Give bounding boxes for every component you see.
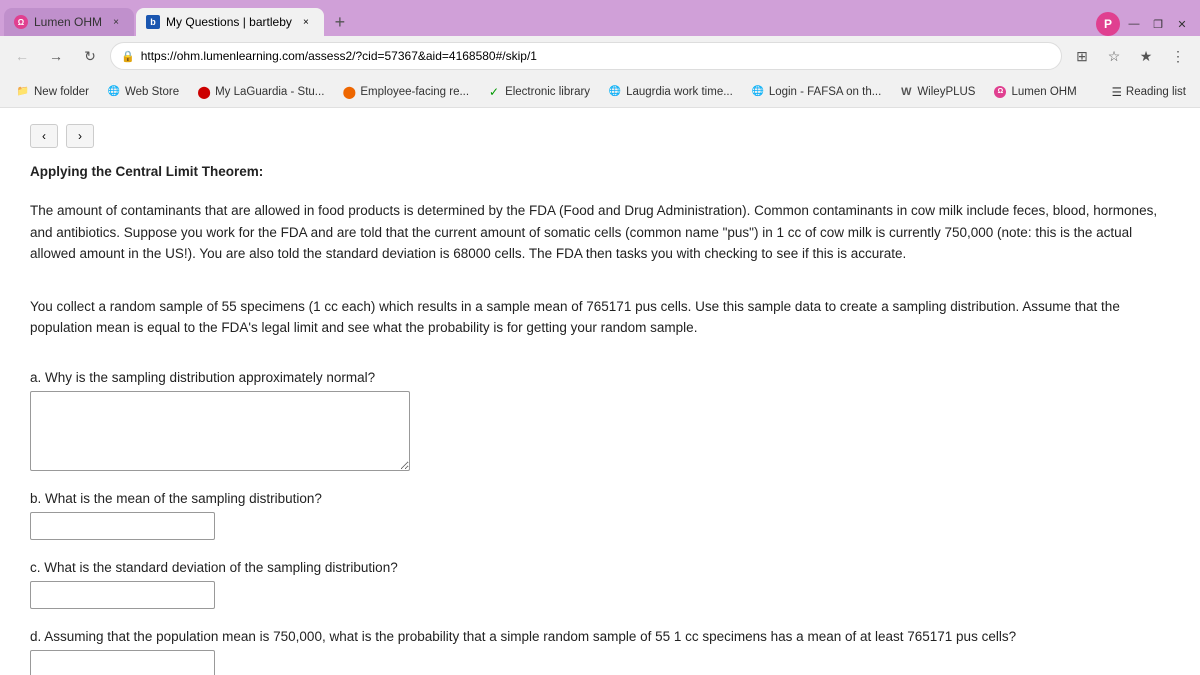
fafsa-icon: 🌐 [751, 85, 765, 99]
bookmark-lumen-bm-label: Lumen OHM [1011, 86, 1076, 98]
maximize-button[interactable]: ❐ [1148, 14, 1168, 34]
reading-list-icon: ☰ [1112, 85, 1122, 99]
refresh-button[interactable]: ↻ [76, 42, 104, 70]
window-controls: P — ❐ ✕ [1096, 12, 1200, 36]
bookmark-new-folder-label: New folder [34, 86, 89, 98]
intro-paragraph: The amount of contaminants that are allo… [30, 200, 1170, 265]
wiley-icon: W [899, 85, 913, 99]
laguardia-icon: ⬤ [197, 85, 211, 99]
part-d-input[interactable] [30, 650, 215, 675]
folder-icon: 📁 [16, 85, 30, 99]
bookmark-laugrdia-work[interactable]: 🌐 Laugrdia work time... [600, 81, 741, 103]
web-store-icon: 🌐 [107, 85, 121, 99]
extensions-button[interactable]: ⊞ [1068, 42, 1096, 70]
bookmark-electronic-library[interactable]: ✓ Electronic library [479, 81, 598, 103]
reading-list-label: Reading list [1126, 86, 1186, 98]
bookmark-fafsa-label: Login - FAFSA on th... [769, 86, 882, 98]
tab-bartleby-close[interactable]: × [298, 14, 314, 30]
address-actions: ⊞ ☆ ★ ⋮ [1068, 42, 1192, 70]
employee-icon: ⬤ [342, 85, 356, 99]
bookmark-lumen-ohm-bm[interactable]: Ω Lumen OHM [985, 81, 1084, 103]
profile-button[interactable]: ★ [1132, 42, 1160, 70]
profile-avatar[interactable]: P [1096, 12, 1120, 36]
part-a-label: a. Why is the sampling distribution appr… [30, 370, 1170, 385]
part-b-section: b. What is the mean of the sampling dist… [30, 491, 1170, 540]
bookmark-star-button[interactable]: ☆ [1100, 42, 1128, 70]
bookmarks-bar: 📁 New folder 🌐 Web Store ⬤ My LaGuardia … [0, 76, 1200, 108]
lumen-favicon: Ω [14, 15, 28, 29]
bookmark-web-store-label: Web Store [125, 86, 179, 98]
part-d-label: d. Assuming that the population mean is … [30, 629, 1170, 644]
address-bar-row: ← → ↻ 🔒 https://ohm.lumenlearning.com/as… [0, 36, 1200, 76]
bookmark-laguardia-label: My LaGuardia - Stu... [215, 86, 324, 98]
bookmark-work-label: Laugrdia work time... [626, 86, 733, 98]
para2: You collect a random sample of 55 specim… [30, 296, 1170, 339]
lock-icon: 🔒 [121, 50, 135, 63]
bookmark-wileyplus[interactable]: W WileyPLUS [891, 81, 983, 103]
bookmark-new-folder[interactable]: 📁 New folder [8, 81, 97, 103]
tab-lumen-label: Lumen OHM [34, 15, 102, 29]
bookmark-login-fafsa[interactable]: 🌐 Login - FAFSA on th... [743, 81, 890, 103]
part-a-textarea[interactable] [30, 391, 410, 471]
page-top-bar: ‹ › [30, 124, 1170, 148]
page-content: ‹ › Applying the Central Limit Theorem: … [0, 108, 1200, 675]
lumen-bm-icon: Ω [993, 85, 1007, 99]
work-icon: 🌐 [608, 85, 622, 99]
forward-button[interactable]: → [42, 42, 70, 70]
next-page-button[interactable]: › [66, 124, 94, 148]
bookmark-laguardia[interactable]: ⬤ My LaGuardia - Stu... [189, 81, 332, 103]
tab-lumen-close[interactable]: × [108, 14, 124, 30]
tab-bartleby-label: My Questions | bartleby [166, 15, 292, 29]
prev-page-button[interactable]: ‹ [30, 124, 58, 148]
address-text: https://ohm.lumenlearning.com/assess2/?c… [141, 49, 1051, 63]
part-c-input[interactable] [30, 581, 215, 609]
part-d-section: d. Assuming that the population mean is … [30, 629, 1170, 675]
bookmark-employee-label: Employee-facing re... [360, 86, 469, 98]
reading-list-button[interactable]: ☰ Reading list [1106, 81, 1192, 103]
browser-chrome: Ω Lumen OHM × b My Questions | bartleby … [0, 0, 1200, 675]
bookmark-web-store[interactable]: 🌐 Web Store [99, 81, 187, 103]
new-tab-button[interactable]: + [326, 8, 354, 36]
tab-lumen-ohm[interactable]: Ω Lumen OHM × [4, 8, 134, 36]
bookmark-library-label: Electronic library [505, 86, 590, 98]
close-button[interactable]: ✕ [1172, 14, 1192, 34]
back-button[interactable]: ← [8, 42, 36, 70]
bookmark-wiley-label: WileyPLUS [917, 86, 975, 98]
part-a-section: a. Why is the sampling distribution appr… [30, 370, 1170, 471]
bookmark-employee-facing[interactable]: ⬤ Employee-facing re... [334, 81, 477, 103]
part-b-input[interactable] [30, 512, 215, 540]
tab-bartleby[interactable]: b My Questions | bartleby × [136, 8, 324, 36]
more-button[interactable]: ⋮ [1164, 42, 1192, 70]
library-icon: ✓ [487, 85, 501, 99]
minimize-button[interactable]: — [1124, 14, 1144, 34]
tab-bar: Ω Lumen OHM × b My Questions | bartleby … [0, 0, 1200, 36]
page-heading: Applying the Central Limit Theorem: [30, 164, 1170, 179]
bartleby-favicon: b [146, 15, 160, 29]
part-c-section: c. What is the standard deviation of the… [30, 560, 1170, 609]
address-box[interactable]: 🔒 https://ohm.lumenlearning.com/assess2/… [110, 42, 1062, 70]
part-c-label: c. What is the standard deviation of the… [30, 560, 1170, 575]
part-b-label: b. What is the mean of the sampling dist… [30, 491, 1170, 506]
